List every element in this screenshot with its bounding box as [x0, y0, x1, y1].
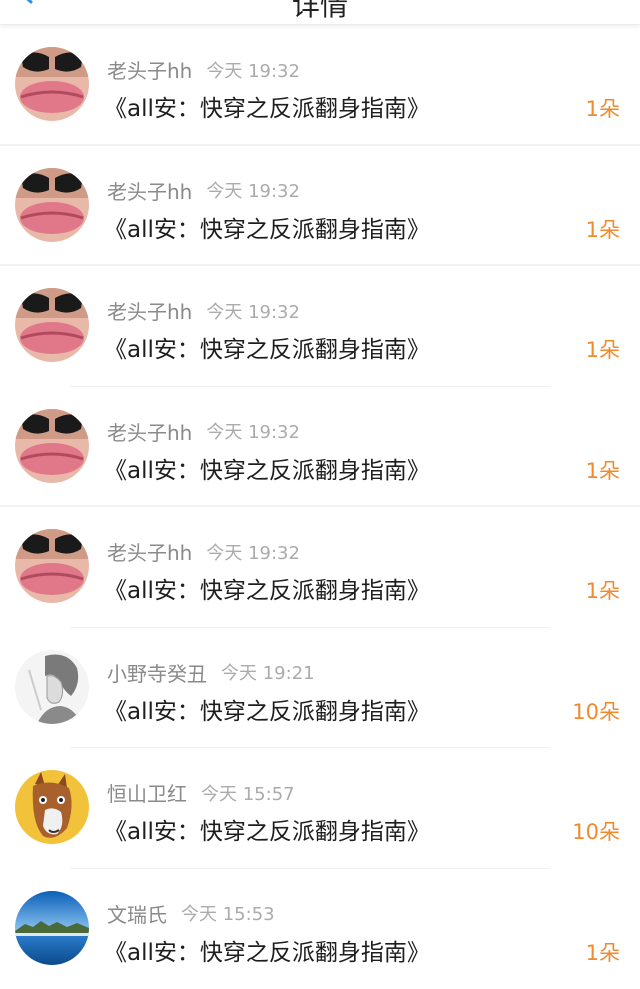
- timestamp: 今天 19:32: [206, 302, 300, 323]
- item-meta: 小野寺癸丑今天 19:21: [107, 658, 315, 684]
- flower-count: 1朵: [586, 455, 620, 485]
- list-item[interactable]: 老头子hh 今天 19:32 《all安：快穿之反派翻身指南》 1朵: [0, 507, 640, 628]
- avatar[interactable]: [15, 288, 89, 362]
- cartoon-horse-icon: [15, 770, 89, 844]
- username[interactable]: 老头子hh: [107, 300, 192, 324]
- avatar[interactable]: [15, 47, 89, 121]
- timestamp: 今天 19:32: [206, 181, 300, 202]
- username[interactable]: 老头子hh: [107, 541, 192, 565]
- avatar[interactable]: [15, 529, 89, 603]
- top-bar: 详情: [0, 0, 640, 25]
- list-item[interactable]: 恒山卫红今天 15:57 《all安：快穿之反派翻身指南》 10朵: [0, 748, 640, 869]
- list-item[interactable]: 老头子hh 今天 19:32 《all安：快穿之反派翻身指南》 1朵: [0, 25, 640, 146]
- timestamp: 今天 19:32: [206, 543, 300, 564]
- list-item[interactable]: 小野寺癸丑今天 19:21 《all安：快穿之反派翻身指南》 10朵: [0, 628, 640, 749]
- lips-sunglasses-icon: [15, 529, 89, 603]
- item-meta: 恒山卫红今天 15:57: [107, 778, 295, 804]
- flower-count: 1朵: [586, 937, 620, 967]
- avatar[interactable]: [15, 650, 89, 724]
- avatar[interactable]: [15, 168, 89, 242]
- username[interactable]: 老头子hh: [107, 180, 192, 204]
- item-meta: 文瑞氏今天 15:53: [107, 899, 275, 925]
- username[interactable]: 小野寺癸丑: [107, 662, 207, 686]
- timestamp: 今天 15:53: [181, 904, 275, 925]
- item-meta: 老头子hh 今天 19:32: [107, 417, 300, 443]
- book-title[interactable]: 《all安：快穿之反派翻身指南》: [104, 571, 430, 605]
- avatar[interactable]: [15, 891, 89, 965]
- item-meta: 老头子hh 今天 19:32: [107, 537, 300, 563]
- item-meta: 老头子hh 今天 19:32: [107, 176, 300, 202]
- timestamp: 今天 19:32: [206, 422, 300, 443]
- item-meta: 老头子hh 今天 19:32: [107, 296, 300, 322]
- timestamp: 今天 19:21: [221, 663, 315, 684]
- flower-count: 1朵: [586, 214, 620, 244]
- list-item[interactable]: 老头子hh 今天 19:32 《all安：快穿之反派翻身指南》 1朵: [0, 146, 640, 267]
- book-title[interactable]: 《all安：快穿之反派翻身指南》: [104, 210, 430, 244]
- lips-sunglasses-icon: [15, 47, 89, 121]
- book-title[interactable]: 《all安：快穿之反派翻身指南》: [104, 330, 430, 364]
- lips-sunglasses-icon: [15, 288, 89, 362]
- flower-count: 1朵: [586, 93, 620, 123]
- avatar[interactable]: [15, 770, 89, 844]
- username[interactable]: 老头子hh: [107, 421, 192, 445]
- timestamp: 今天 19:32: [206, 61, 300, 82]
- landscape-lake-icon: [15, 891, 89, 965]
- flower-count: 10朵: [572, 816, 620, 846]
- flower-count: 1朵: [586, 575, 620, 605]
- username[interactable]: 恒山卫红: [107, 782, 187, 806]
- book-title[interactable]: 《all安：快穿之反派翻身指南》: [104, 812, 430, 846]
- timestamp: 今天 15:57: [201, 784, 295, 805]
- sketch-portrait-icon: [15, 650, 89, 724]
- lips-sunglasses-icon: [15, 168, 89, 242]
- book-title[interactable]: 《all安：快穿之反派翻身指南》: [104, 692, 430, 726]
- username[interactable]: 文瑞氏: [107, 903, 167, 927]
- page-title: 详情: [0, 0, 640, 24]
- list-item[interactable]: 老头子hh 今天 19:32 《all安：快穿之反派翻身指南》 1朵: [0, 387, 640, 508]
- list-item[interactable]: 老头子hh 今天 19:32 《all安：快穿之反派翻身指南》 1朵: [0, 266, 640, 387]
- list-item[interactable]: 文瑞氏今天 15:53 《all安：快穿之反派翻身指南》 1朵: [0, 869, 640, 989]
- item-meta: 老头子hh 今天 19:32: [107, 55, 300, 81]
- avatar[interactable]: [15, 409, 89, 483]
- flower-gift-list: 老头子hh 今天 19:32 《all安：快穿之反派翻身指南》 1朵 老头子hh 今…: [0, 25, 640, 989]
- flower-count: 1朵: [586, 334, 620, 364]
- book-title[interactable]: 《all安：快穿之反派翻身指南》: [104, 451, 430, 485]
- book-title[interactable]: 《all安：快穿之反派翻身指南》: [104, 89, 430, 123]
- book-title[interactable]: 《all安：快穿之反派翻身指南》: [104, 933, 430, 967]
- lips-sunglasses-icon: [15, 409, 89, 483]
- username[interactable]: 老头子hh: [107, 59, 192, 83]
- flower-count: 10朵: [572, 696, 620, 726]
